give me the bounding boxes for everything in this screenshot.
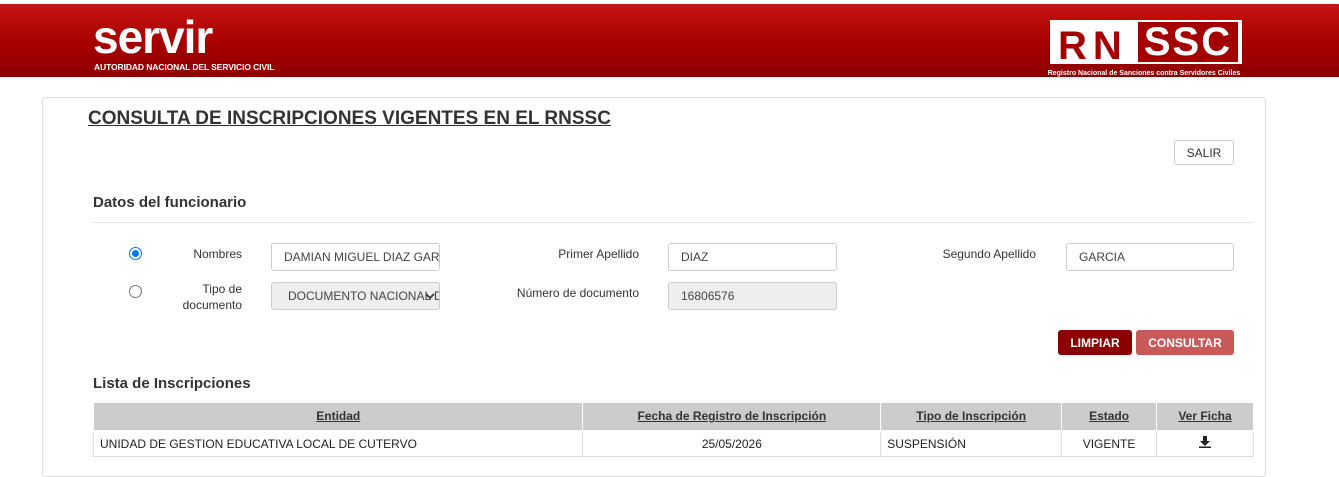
col-fecha[interactable]: Fecha de Registro de Inscripción <box>582 402 882 432</box>
tipo-documento-selected: DOCUMENTO NACIONAL DE IDENTIDAD <box>288 289 439 303</box>
tipo-documento-select[interactable]: DOCUMENTO NACIONAL DE IDENTIDAD <box>271 282 440 310</box>
search-button[interactable]: CONSULTAR <box>1136 330 1234 355</box>
tipo-documento-label-line1: Tipo de <box>202 282 242 296</box>
radio-tipo-documento[interactable] <box>129 285 142 298</box>
primer-apellido-input[interactable]: DIAZ <box>668 243 837 271</box>
servir-logo-wordmark: servir <box>93 11 213 63</box>
cell-entidad: UNIDAD DE GESTION EDUCATIVA LOCAL DE CUT… <box>92 430 584 457</box>
cell-fecha: 25/05/2026 <box>582 430 882 457</box>
clear-button[interactable]: LIMPIAR <box>1058 330 1132 355</box>
site-header: servir AUTORIDAD NACIONAL DEL SERVICIO C… <box>0 4 1339 77</box>
rnssc-logo-rn: RN <box>1058 24 1128 68</box>
inscriptions-table: Entidad Fecha de Registro de Inscripción… <box>92 402 1254 457</box>
table-row: UNIDAD DE GESTION EDUCATIVA LOCAL DE CUT… <box>92 430 1254 457</box>
tipo-documento-label-line2: documento <box>182 298 242 312</box>
tipo-documento-label: Tipo de documento <box>160 281 242 313</box>
rnssc-logo-box: RN SSC <box>1050 20 1242 68</box>
col-tipo[interactable]: Tipo de Inscripción <box>880 402 1063 432</box>
col-ver-ficha[interactable]: Ver Ficha <box>1156 402 1254 432</box>
lista-section-title: Lista de Inscripciones <box>93 375 251 392</box>
exit-button[interactable]: SALIR <box>1174 140 1234 165</box>
rnssc-logo-ssc: SSC <box>1138 22 1238 62</box>
servir-logo-subtitle: AUTORIDAD NACIONAL DEL SERVICIO CIVIL <box>94 62 275 72</box>
numero-documento-label: Número de documento <box>516 286 639 300</box>
segundo-apellido-input[interactable]: GARCIA <box>1066 243 1234 271</box>
section-divider <box>92 222 1254 223</box>
datos-section-title: Datos del funcionario <box>93 194 247 211</box>
radio-nombres[interactable] <box>129 247 142 260</box>
page-title: CONSULTA DE INSCRIPCIONES VIGENTES EN EL… <box>88 108 611 129</box>
col-estado[interactable]: Estado <box>1061 402 1158 432</box>
rnssc-logo[interactable]: RN SSC Registro Nacional de Sanciones co… <box>1044 16 1244 80</box>
primer-apellido-label: Primer Apellido <box>558 247 639 261</box>
segundo-apellido-label: Segundo Apellido <box>942 247 1036 261</box>
table-header-row: Entidad Fecha de Registro de Inscripción… <box>92 402 1254 432</box>
cell-estado: VIGENTE <box>1061 430 1158 457</box>
download-icon[interactable] <box>1199 436 1212 449</box>
servir-logo[interactable]: servir AUTORIDAD NACIONAL DEL SERVICIO C… <box>93 12 293 76</box>
nombres-label: Nombres <box>193 247 242 261</box>
nombres-input[interactable]: DAMIAN MIGUEL DIAZ GARCIA <box>271 243 440 271</box>
cell-ver-ficha <box>1156 430 1254 457</box>
cell-tipo: SUSPENSIÓN <box>880 430 1063 457</box>
numero-documento-input[interactable]: 16806576 <box>668 282 837 310</box>
chevron-down-icon <box>425 293 435 300</box>
rnssc-logo-subtitle: Registro Nacional de Sanciones contra Se… <box>1047 70 1241 77</box>
col-entidad[interactable]: Entidad <box>92 402 584 432</box>
